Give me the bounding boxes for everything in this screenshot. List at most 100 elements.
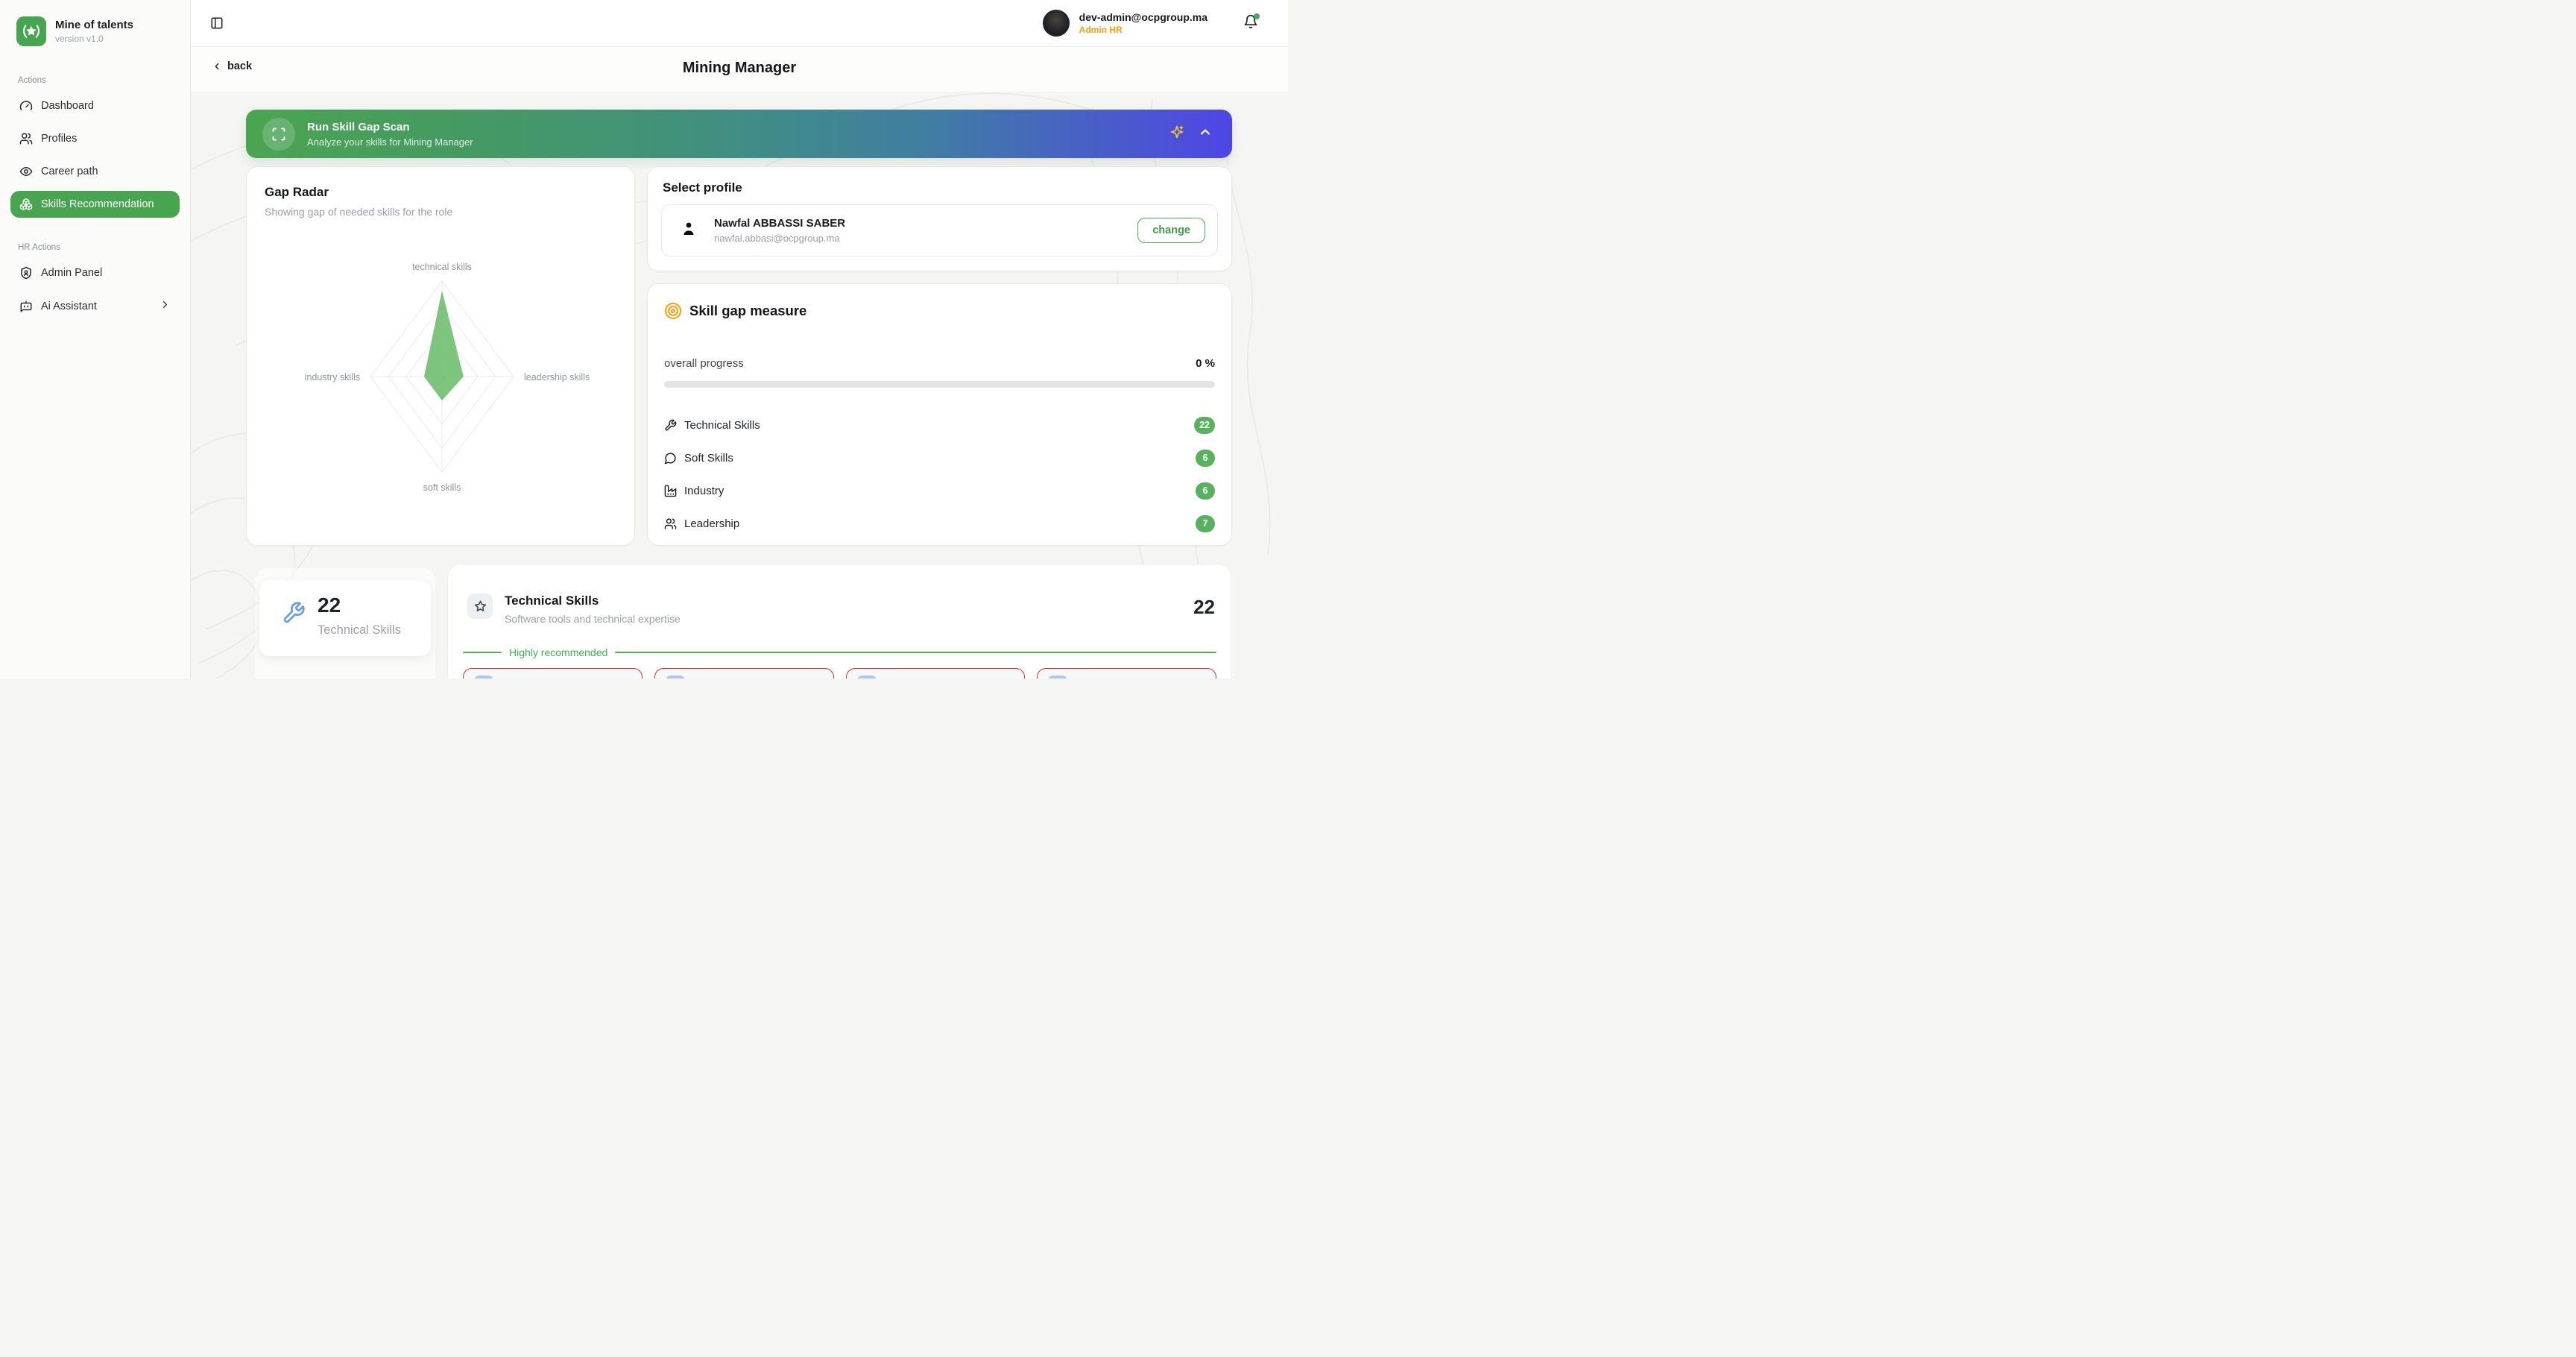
message-icon: [664, 452, 677, 465]
sidebar-item-admin-panel[interactable]: Admin Panel: [10, 259, 180, 286]
category-title: Technical Skills: [505, 594, 681, 608]
person-icon: [680, 220, 698, 242]
profile-email: nawfal.abbasi@ocpgroup.ma: [714, 233, 845, 244]
notifications-button[interactable]: [1243, 14, 1258, 33]
skill-row-label: Industry: [684, 485, 724, 497]
page-header: back Mining Manager: [191, 47, 1288, 92]
sidebar-toggle-button[interactable]: [206, 12, 228, 34]
skill-row-label: Leadership: [684, 517, 739, 530]
skill-row-soft: Soft Skills 6: [664, 447, 1215, 469]
blocks-icon: [19, 198, 33, 211]
sidebar-item-label: Career path: [41, 166, 98, 177]
radar-axis-label-top: technical skills: [412, 262, 472, 272]
skill-count-badge: 6: [1196, 482, 1215, 500]
sidebar-item-label: Skills Recommendation: [41, 198, 154, 210]
app-name: Mine of talents: [55, 19, 133, 31]
wrench-icon: [282, 601, 306, 625]
eye-icon: [19, 165, 33, 178]
sidebar-item-label: Profiles: [41, 133, 77, 145]
skill-row-label: Soft Skills: [684, 452, 733, 465]
sidebar-item-ai-assistant[interactable]: Ai Assistant: [10, 292, 180, 320]
category-subtitle: Software tools and technical expertise: [505, 613, 681, 625]
section-label-hr-actions: HR Actions: [18, 243, 180, 252]
users-icon: [19, 132, 33, 145]
skill-row-technical: Technical Skills 22: [664, 414, 1215, 436]
wrench-icon: [664, 419, 677, 432]
gap-radar-subtitle: Showing gap of needed skills for the rol…: [265, 206, 616, 218]
sidebar-item-dashboard[interactable]: Dashboard: [10, 92, 180, 119]
gap-radar-card: Gap Radar Showing gap of needed skills f…: [246, 166, 635, 546]
category-count: 22: [1193, 596, 1215, 619]
user-role-badge: Admin HR: [1079, 25, 1208, 35]
overall-progress-value: 0 %: [1196, 357, 1215, 370]
page-content: Run Skill Gap Scan Analyze your skills f…: [191, 92, 1288, 678]
panel-left-icon: [210, 16, 224, 30]
chevron-up-icon: [1198, 125, 1213, 139]
sparkles-icon: [1169, 125, 1184, 143]
select-profile-card: Select profile Nawfal ABBASSI SABER nawf…: [647, 166, 1232, 271]
overall-progress-label: overall progress: [664, 357, 744, 370]
sidebar-item-label: Ai Assistant: [41, 300, 97, 312]
gap-radar-title: Gap Radar: [265, 185, 616, 200]
shield-user-icon: [19, 266, 33, 280]
overall-progress-bar: [664, 381, 1215, 388]
sidebar-item-label: Dashboard: [41, 100, 94, 112]
section-label-actions: Actions: [18, 76, 180, 85]
chevron-right-icon: [160, 299, 171, 313]
skill-card-icon: [666, 676, 685, 678]
collapse-banner-button[interactable]: [1198, 125, 1213, 143]
radar-chart: technical skills leadership skills soft …: [247, 221, 636, 541]
select-profile-title: Select profile: [663, 180, 1216, 195]
bot-chat-icon: [19, 300, 33, 313]
skill-row-label: Technical Skills: [684, 419, 760, 432]
recommended-skill-card[interactable]: [846, 668, 1026, 678]
selected-profile-row: Nawfal ABBASSI SABER nawfal.abbasi@ocpgr…: [661, 204, 1218, 256]
main-area: dev-admin@ocpgroup.ma Admin HR back Mini…: [191, 0, 1288, 678]
technical-skills-stat-card[interactable]: 22 Technical Skills: [259, 580, 431, 656]
radar-series: [424, 291, 464, 400]
skill-row-industry: Industry 6: [664, 479, 1215, 502]
recommended-skill-card[interactable]: [463, 668, 643, 678]
skill-row-leadership: Leadership 7: [664, 512, 1215, 535]
radar-axis-label-bottom: soft skills: [423, 482, 461, 493]
recommended-skill-card[interactable]: [654, 668, 834, 678]
target-icon: [664, 302, 682, 320]
sidebar: Mine of talents version v1.0 Actions Das…: [0, 0, 191, 678]
stat-label: Technical Skills: [318, 623, 401, 637]
factory-icon: [664, 485, 677, 497]
user-email: dev-admin@ocpgroup.ma: [1079, 11, 1208, 23]
technical-skills-category-card: Technical Skills Software tools and tech…: [447, 564, 1232, 678]
recommended-skill-card[interactable]: [1037, 668, 1216, 678]
star-icon: [467, 594, 493, 619]
banner-subtitle: Analyze your skills for Mining Manager: [307, 136, 473, 148]
brand: Mine of talents version v1.0: [10, 16, 180, 46]
users-icon: [664, 517, 677, 530]
gauge-icon: [19, 99, 33, 113]
sidebar-item-profiles[interactable]: Profiles: [10, 125, 180, 152]
change-profile-button[interactable]: change: [1137, 218, 1205, 243]
profile-name: Nawfal ABBASSI SABER: [714, 217, 845, 230]
run-skill-gap-scan-banner[interactable]: Run Skill Gap Scan Analyze your skills f…: [246, 110, 1232, 158]
skill-card-icon: [857, 676, 877, 678]
skill-card-icon: [474, 676, 493, 678]
highly-recommended-label: Highly recommended: [508, 646, 609, 658]
sidebar-item-skills-recommendation[interactable]: Skills Recommendation: [10, 191, 180, 218]
topbar: dev-admin@ocpgroup.ma Admin HR: [191, 0, 1288, 47]
sidebar-item-career-path[interactable]: Career path: [10, 158, 180, 185]
notification-dot: [1254, 13, 1260, 19]
recommended-skill-cards: [463, 668, 1216, 678]
banner-title: Run Skill Gap Scan: [307, 121, 473, 133]
app-root: Mine of talents version v1.0 Actions Das…: [0, 0, 1288, 678]
user-menu[interactable]: dev-admin@ocpgroup.ma Admin HR: [1043, 10, 1208, 37]
skill-gap-title: Skill gap measure: [689, 303, 806, 319]
sidebar-item-label: Admin Panel: [41, 267, 102, 279]
skill-count-badge: 22: [1194, 417, 1215, 434]
page-title: Mining Manager: [191, 60, 1288, 77]
avatar[interactable]: [1043, 10, 1070, 37]
skill-gap-measure-card: Skill gap measure overall progress 0 % T…: [647, 283, 1232, 546]
stat-value: 22: [318, 595, 401, 616]
skill-count-badge: 6: [1196, 450, 1215, 467]
highly-recommended-divider: Highly recommended: [463, 645, 1216, 660]
skill-card-icon: [1048, 676, 1067, 678]
scan-icon: [262, 118, 295, 151]
